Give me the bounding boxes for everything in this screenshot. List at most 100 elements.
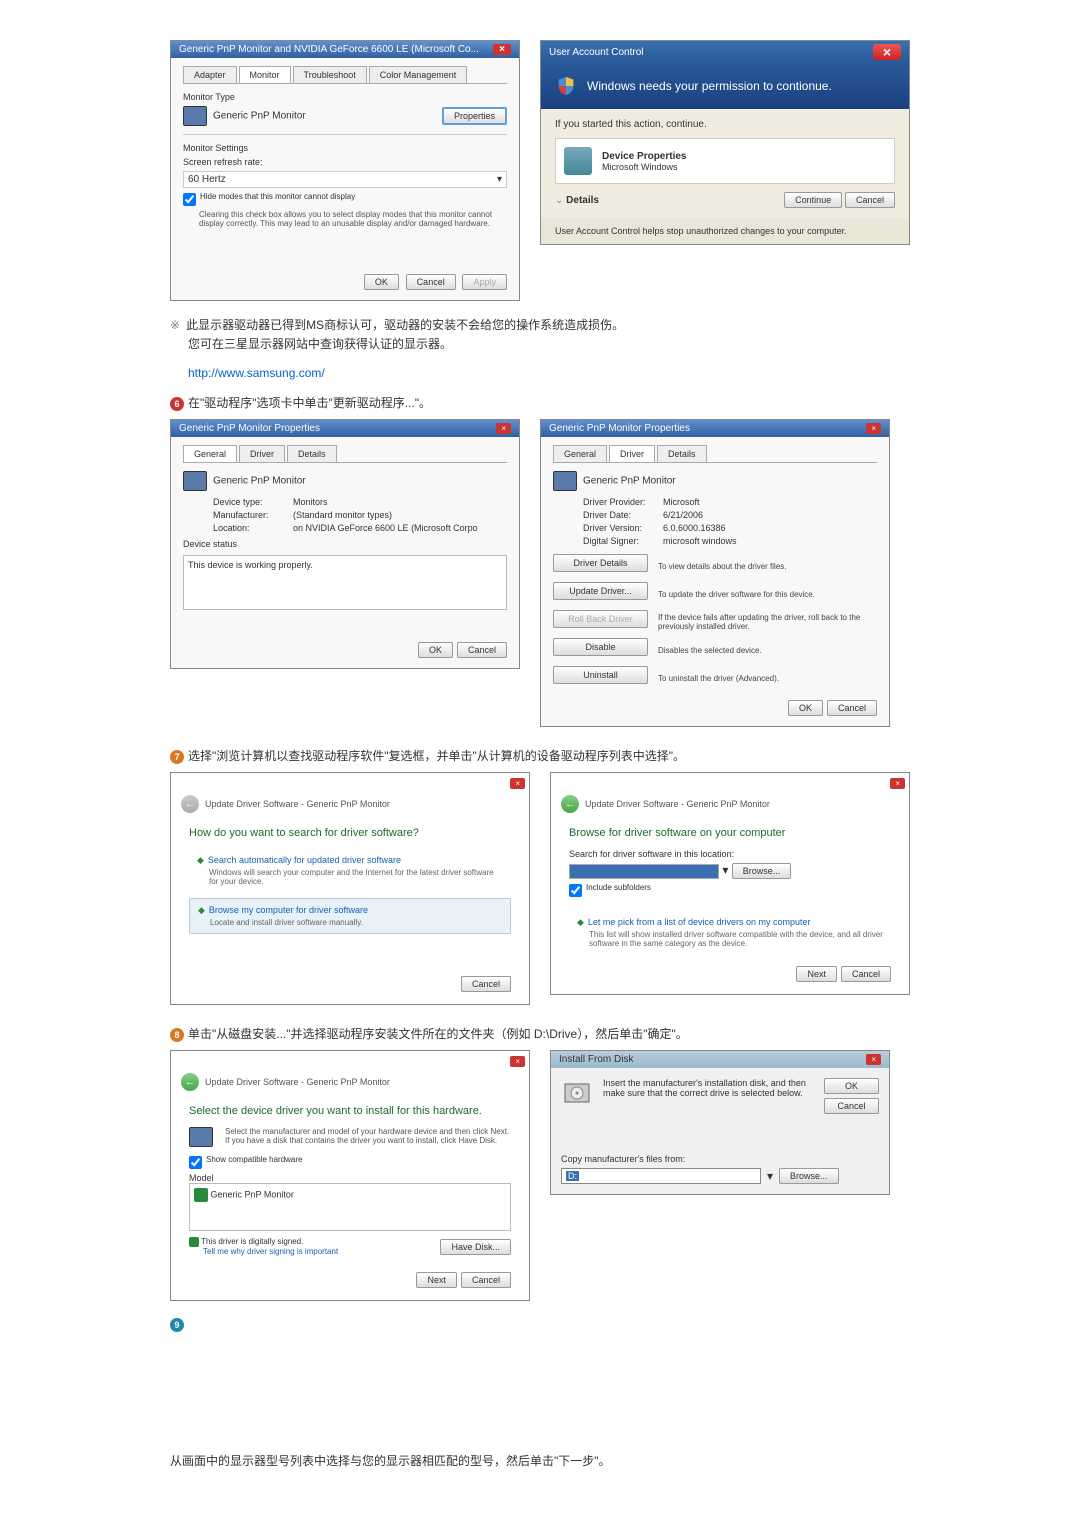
arrow-icon: ◆: [198, 905, 205, 915]
step-7: 7选择"浏览计算机以查找驱动程序软件"复选框，并单击"从计算机的设备驱动程序列表…: [170, 747, 920, 764]
driver-details-button[interactable]: Driver Details: [553, 554, 648, 572]
monitor-properties-dialog: Generic PnP Monitor and NVIDIA GeForce 6…: [170, 40, 520, 301]
rollback-button[interactable]: Roll Back Driver: [553, 610, 648, 628]
close-icon[interactable]: ×: [510, 1056, 525, 1067]
path-dropdown-icon[interactable]: ▾: [767, 1169, 773, 1183]
final-instruction: 从画面中的显示器型号列表中选择与您的显示器相匹配的型号，然后单击"下一步"。: [170, 1452, 920, 1469]
compat-checkbox[interactable]: [189, 1156, 202, 1169]
dialog-titlebar: Generic PnP Monitor and NVIDIA GeForce 6…: [171, 41, 519, 58]
close-icon[interactable]: ×: [866, 1054, 881, 1065]
arrow-icon: ◆: [197, 855, 204, 865]
path-input[interactable]: D:: [561, 1168, 761, 1184]
refresh-select[interactable]: 60 Hertz▾: [183, 171, 507, 188]
hide-modes-label: Hide modes that this monitor cannot disp…: [200, 192, 355, 201]
cancel-button[interactable]: Cancel: [406, 274, 456, 290]
browse-button[interactable]: Browse...: [732, 863, 792, 879]
tab-adapter[interactable]: Adapter: [183, 66, 237, 83]
prop-general-dialog: Generic PnP Monitor Properties× General …: [170, 419, 520, 669]
uac-footer: User Account Control helps stop unauthor…: [541, 218, 909, 244]
uac-heading: Windows needs your permission to contion…: [587, 79, 832, 93]
refresh-label: Screen refresh rate:: [183, 157, 507, 167]
apply-button[interactable]: Apply: [462, 274, 507, 290]
dialog-titlebar: Generic PnP Monitor Properties×: [171, 420, 519, 437]
tab-color[interactable]: Color Management: [369, 66, 468, 83]
chevron-down-icon: ⌄: [555, 195, 563, 206]
close-icon[interactable]: ×: [866, 423, 881, 434]
cancel-button[interactable]: Cancel: [841, 966, 891, 982]
disable-button[interactable]: Disable: [553, 638, 648, 656]
ok-button[interactable]: OK: [824, 1078, 879, 1094]
chevron-down-icon: ▾: [497, 174, 502, 185]
next-button[interactable]: Next: [796, 966, 837, 982]
prop-driver-dialog: Generic PnP Monitor Properties× General …: [540, 419, 890, 727]
install-from-disk-dialog: Install From Disk× Insert the manufactur…: [550, 1050, 890, 1195]
uac-publisher: Microsoft Windows: [602, 162, 687, 172]
tab-general[interactable]: General: [183, 445, 237, 462]
tab-monitor[interactable]: Monitor: [239, 66, 291, 83]
cancel-button[interactable]: Cancel: [461, 976, 511, 992]
path-dropdown-icon[interactable]: ▾: [722, 863, 728, 877]
step-6-badge: 6: [170, 397, 184, 411]
hide-modes-checkbox[interactable]: [183, 193, 196, 206]
status-box: This device is working properly.: [183, 555, 507, 610]
hide-modes-desc: Clearing this check box allows you to se…: [199, 210, 507, 228]
tab-driver[interactable]: Driver: [239, 445, 285, 462]
wizard-title: Browse for driver software on your compu…: [569, 827, 891, 839]
tab-details[interactable]: Details: [287, 445, 337, 462]
tab-general[interactable]: General: [553, 445, 607, 462]
note: ※此显示器驱动器已得到MS商标认可，驱动器的安装不会给您的操作系统造成损伤。 您…: [170, 316, 920, 354]
cancel-button[interactable]: Cancel: [457, 642, 507, 658]
tab-details[interactable]: Details: [657, 445, 707, 462]
close-icon[interactable]: ×: [493, 44, 511, 55]
wizard-title: How do you want to search for driver sof…: [189, 827, 511, 839]
monitor-icon: [183, 471, 207, 491]
path-input[interactable]: [569, 864, 719, 879]
uac-titlebar: User Account Control ×: [541, 41, 909, 63]
opt-auto-search[interactable]: ◆Search automatically for updated driver…: [189, 849, 511, 892]
browse-button[interactable]: Browse...: [779, 1168, 839, 1184]
cancel-button[interactable]: Cancel: [827, 700, 877, 716]
note-marker: ※: [170, 318, 180, 332]
cancel-button[interactable]: Cancel: [461, 1272, 511, 1288]
details-expand[interactable]: ⌄ Details: [555, 195, 599, 206]
uac-started: If you started this action, continue.: [555, 119, 895, 130]
step-7-badge: 7: [170, 750, 184, 764]
close-icon[interactable]: ×: [510, 778, 525, 789]
monitor-dialog-title: Generic PnP Monitor and NVIDIA GeForce 6…: [179, 44, 479, 55]
continue-button[interactable]: Continue: [784, 192, 842, 208]
ok-button[interactable]: OK: [418, 642, 453, 658]
step-9: 9: [170, 1317, 920, 1332]
step-9-badge: 9: [170, 1318, 184, 1332]
close-icon[interactable]: ×: [890, 778, 905, 789]
disk-icon: [561, 1078, 593, 1110]
update-driver-button[interactable]: Update Driver...: [553, 582, 648, 600]
back-icon[interactable]: ←: [181, 795, 199, 813]
uninstall-button[interactable]: Uninstall: [553, 666, 648, 684]
close-icon[interactable]: ×: [496, 423, 511, 434]
tab-driver[interactable]: Driver: [609, 445, 655, 462]
next-button[interactable]: Next: [416, 1272, 457, 1288]
ok-button[interactable]: OK: [364, 274, 399, 290]
close-icon[interactable]: ×: [873, 44, 901, 60]
opt-pick-list[interactable]: ◆Let me pick from a list of device drive…: [569, 911, 891, 954]
include-subfolders-checkbox[interactable]: [569, 884, 582, 897]
have-disk-button[interactable]: Have Disk...: [440, 1239, 511, 1255]
monitor-type-label: Monitor Type: [183, 92, 507, 102]
uac-title: User Account Control: [549, 47, 644, 58]
signing-link[interactable]: Tell me why driver signing is important: [203, 1247, 338, 1256]
cancel-button[interactable]: Cancel: [824, 1098, 879, 1114]
tabs: Adapter Monitor Troubleshoot Color Manag…: [183, 66, 507, 84]
opt-browse[interactable]: ◆Browse my computer for driver software …: [189, 898, 511, 934]
cancel-button[interactable]: Cancel: [845, 192, 895, 208]
program-icon: [564, 147, 592, 175]
monitor-icon: [183, 106, 207, 126]
back-icon[interactable]: ←: [181, 1073, 199, 1091]
samsung-link[interactable]: http://www.samsung.com/: [188, 366, 920, 380]
step-6: 6在"驱动程序"选项卡中单击"更新驱动程序..."。: [170, 394, 920, 411]
properties-button[interactable]: Properties: [442, 107, 507, 125]
back-icon[interactable]: ←: [561, 795, 579, 813]
model-list[interactable]: Generic PnP Monitor: [189, 1183, 511, 1231]
cert-icon: [194, 1188, 208, 1202]
ok-button[interactable]: OK: [788, 700, 823, 716]
tab-troubleshoot[interactable]: Troubleshoot: [293, 66, 367, 83]
